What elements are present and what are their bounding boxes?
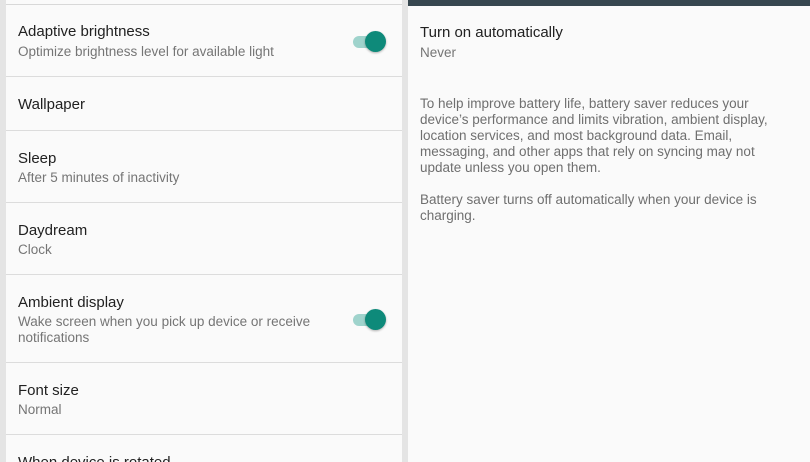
battery-saver-description: To help improve battery life, battery sa…: [420, 96, 768, 175]
setting-title: Daydream: [18, 222, 88, 239]
adaptive-brightness-toggle[interactable]: [352, 30, 388, 52]
display-settings-panel: Adaptive brightness Optimize brightness …: [6, 0, 402, 462]
setting-title: Font size: [18, 382, 79, 399]
toggle-thumb: [365, 309, 386, 330]
setting-title: Adaptive brightness: [18, 23, 150, 40]
setting-sleep[interactable]: Sleep After 5 minutes of inactivity: [6, 131, 402, 202]
setting-daydream[interactable]: Daydream Clock: [6, 203, 402, 274]
setting-font-size[interactable]: Font size Normal: [6, 363, 402, 434]
setting-wallpaper[interactable]: Wallpaper: [6, 77, 402, 130]
setting-adaptive-brightness[interactable]: Adaptive brightness Optimize brightness …: [6, 5, 402, 76]
battery-saver-panel: Turn on automatically Never To help impr…: [408, 0, 810, 462]
setting-title: Wallpaper: [18, 96, 85, 113]
setting-title: Ambient display: [18, 294, 124, 311]
battery-saver-charging-note: Battery saver turns off automatically wh…: [420, 192, 757, 223]
setting-subtitle: Normal: [18, 402, 62, 417]
setting-subtitle: Clock: [18, 242, 52, 257]
setting-title: Sleep: [18, 150, 57, 167]
ambient-display-toggle[interactable]: [352, 308, 388, 330]
setting-when-device-rotated[interactable]: When device is rotated: [6, 435, 402, 462]
setting-ambient-display[interactable]: Ambient display Wake screen when you pic…: [6, 275, 402, 362]
toggle-thumb: [365, 31, 386, 52]
setting-title: Turn on automatically: [420, 24, 563, 41]
setting-subtitle: Optimize brightness level for available …: [18, 44, 274, 59]
top-bar: [408, 0, 810, 6]
setting-subtitle: After 5 minutes of inactivity: [18, 170, 180, 185]
setting-title: When device is rotated: [18, 454, 171, 462]
setting-subtitle: Wake screen when you pick up device or r…: [18, 314, 311, 345]
setting-value: Never: [420, 45, 457, 60]
